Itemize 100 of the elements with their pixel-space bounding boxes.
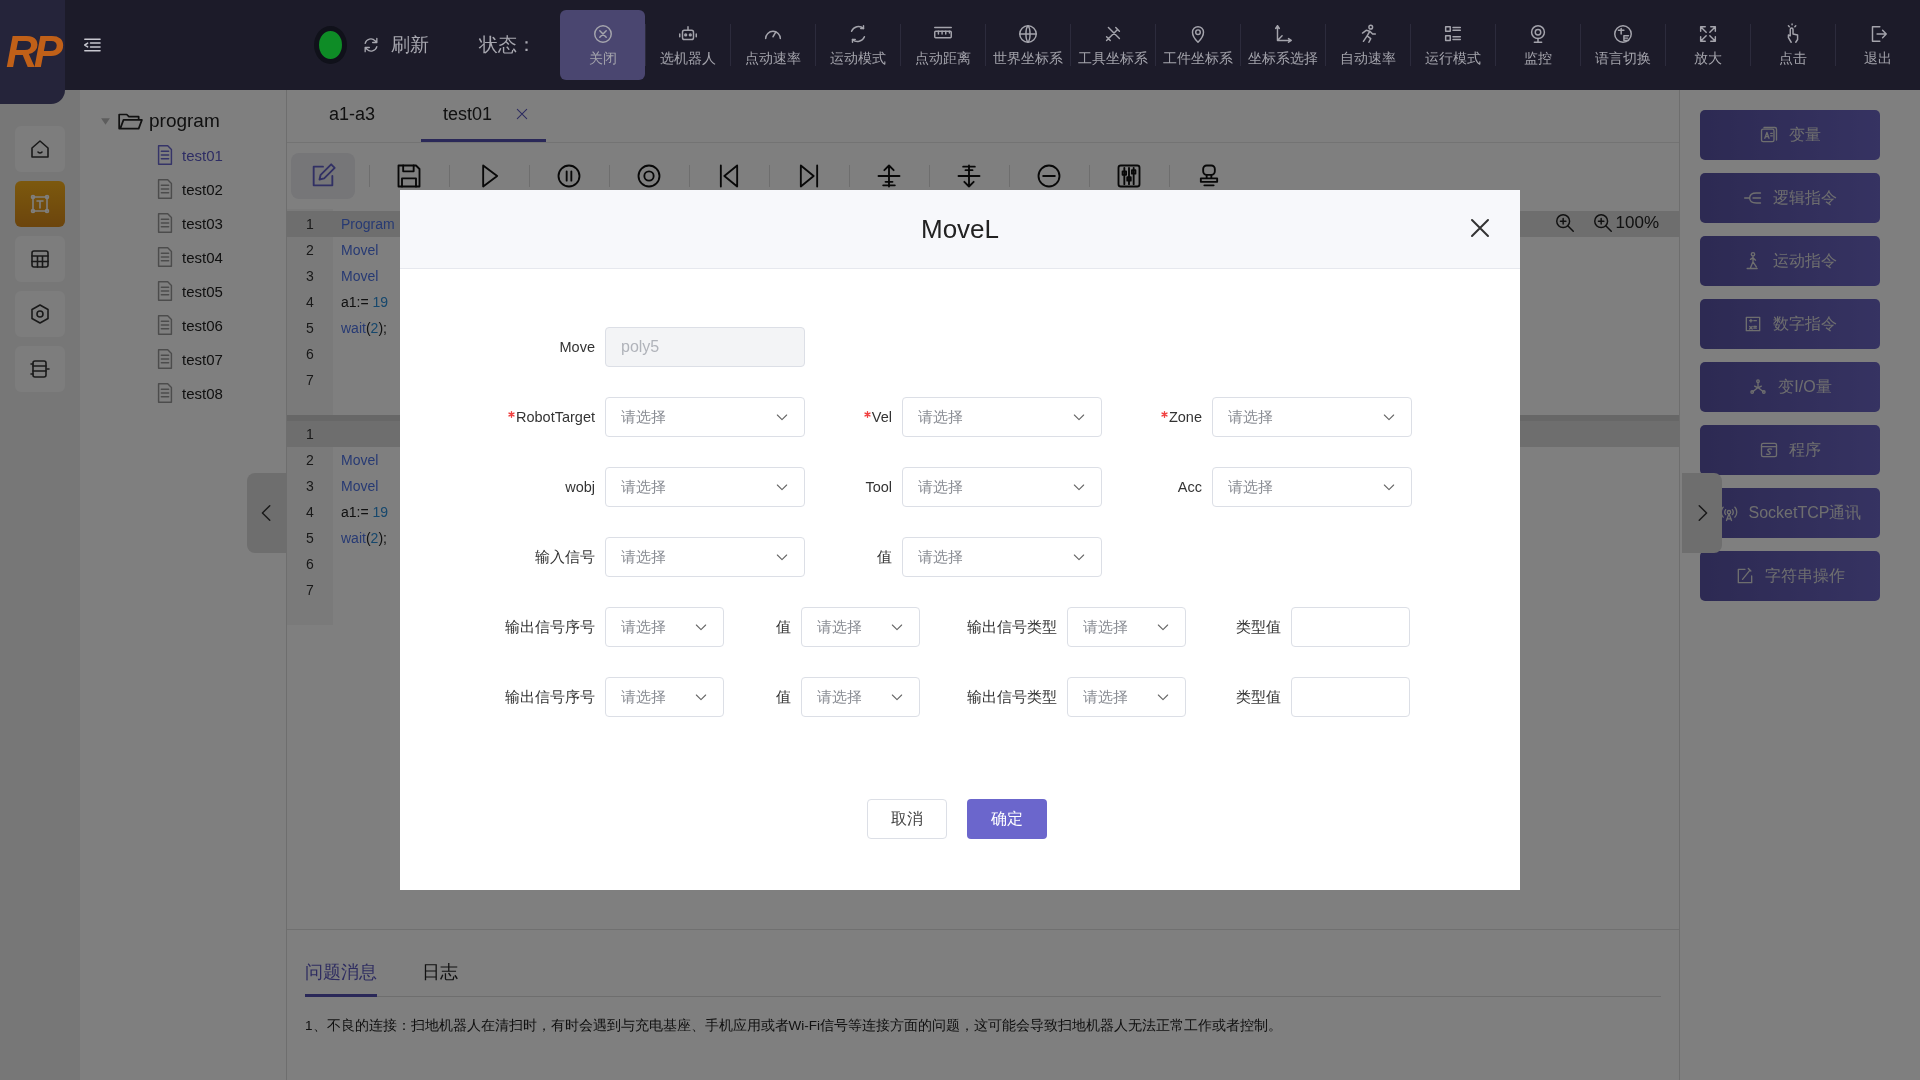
sliders-icon [1115,162,1143,190]
toolbar-button[interactable]: 运动模式 [815,10,900,80]
select-field[interactable]: 请选择 [605,677,724,717]
toolbar-button[interactable]: 退出 [1835,10,1920,80]
toolbar-button[interactable]: 自动速率 [1325,10,1410,80]
variable-card-icon [1759,125,1779,145]
nav-button[interactable] [15,126,65,172]
toolbar-button[interactable]: 放大 [1665,10,1750,80]
zoom-in-icon[interactable] [1553,212,1576,234]
command-button[interactable]: 变I/O量 [1700,362,1880,412]
server-icon [28,357,52,381]
message-text: 1、不良的连接：扫地机器人在清扫时，有时会遇到与充电基座、手机应用或者Wi-Fi信号等连接方面的问题，这可能会导致扫地机器人无法正常工作或者控制。 [305,1017,1283,1035]
select-field[interactable]: 请选择 [605,467,805,507]
nav-button[interactable] [15,236,65,282]
text-field[interactable] [1291,677,1410,717]
confirm-button[interactable]: 确定 [966,799,1047,839]
file-tab[interactable]: test01 [421,89,547,142]
field-label: RobotTarget [516,409,595,425]
field-label: 输入信号 [535,547,595,567]
toolbar-button[interactable]: 语言切换 [1580,10,1665,80]
code-line: Movel [340,478,379,494]
file-item[interactable]: test03 [80,206,286,240]
line-number: 6 [305,556,315,572]
file-item[interactable]: test07 [80,342,286,376]
command-button[interactable]: 数字指令 [1700,299,1880,349]
code-line: Movel [340,268,379,284]
file-item[interactable]: test05 [80,274,286,308]
panel-tab[interactable]: 日志 [422,960,458,997]
field-label: wobj [565,479,595,495]
select-field[interactable]: 请选择 [605,537,805,577]
code-line: Movel [340,242,379,258]
nav-button[interactable] [15,346,65,392]
select-field[interactable]: 请选择 [801,607,920,647]
hexagon-nut-icon [28,302,52,326]
refresh-button[interactable]: 刷新 [361,32,429,58]
nav-button[interactable] [15,291,65,337]
command-button[interactable]: 运动指令 [1700,236,1880,286]
select-field[interactable]: 请选择 [1212,467,1412,507]
select-field[interactable]: 请选择 [902,537,1102,577]
refresh-icon [361,35,381,55]
select-field[interactable]: 请选择 [1067,677,1186,717]
file-tab[interactable]: a1-a3 [307,89,392,142]
select-field[interactable]: 请选择 [902,397,1102,437]
toolbar-button[interactable]: 点击 [1750,10,1835,80]
field-label: Acc [1177,479,1202,495]
line-number: 6 [305,346,315,362]
line-number: 3 [305,268,315,284]
text-field[interactable] [1291,607,1410,647]
calculator-icon [1743,314,1763,334]
file-item[interactable]: test02 [80,172,286,206]
tree-folder[interactable]: program [80,104,286,138]
field-label: Move [559,339,595,355]
stop-icon [635,162,663,190]
toolbar-button[interactable]: 世界坐标系 [985,10,1070,80]
command-button[interactable]: 程序 [1700,425,1880,475]
field-label: Zone [1168,409,1202,425]
align-bottom-icon [955,162,983,190]
toolbar-button[interactable]: 关闭 [560,10,645,80]
minus-circle-icon [1035,162,1063,190]
line-number: 7 [305,372,315,388]
code-line: Program [340,216,395,232]
select-field[interactable]: 请选择 [902,467,1102,507]
select-field[interactable]: 请选择 [801,677,920,717]
code-line: a1:= 19 [340,294,389,310]
file-item[interactable]: test06 [80,308,286,342]
program-window-icon [1759,440,1779,460]
line-number: 5 [305,320,315,336]
toolbar-button[interactable]: 监控 [1495,10,1580,80]
file-item[interactable]: test08 [80,376,286,410]
select-field[interactable]: 请选择 [605,397,805,437]
toolbar-button[interactable]: 运行模式 [1410,10,1495,80]
zoom-level-button[interactable]: 100% [1591,212,1659,234]
line-number: 7 [305,582,315,598]
code-line: a1:= 19 [340,504,389,520]
select-field[interactable]: 请选择 [605,607,724,647]
zoom-in-icon [1591,212,1614,234]
command-button[interactable]: 变量 [1700,110,1880,160]
cancel-button[interactable]: 取消 [866,799,947,839]
select-field[interactable]: 请选择 [1212,397,1412,437]
command-button[interactable]: 逻辑指令 [1700,173,1880,223]
field-label: 值 [776,617,791,637]
toolbar-button[interactable]: 选机器人 [645,10,730,80]
field-label: 输出信号类型 [967,617,1057,637]
panel-tab[interactable]: 问题消息 [305,960,377,997]
line-number: 3 [305,478,315,494]
home-icon [28,137,52,161]
line-number: 4 [305,504,315,520]
globe-icon [1016,22,1039,45]
toolbar-button[interactable]: 点动距离 [900,10,985,80]
close-icon[interactable] [1468,216,1492,240]
select-field[interactable]: 请选择 [1067,607,1186,647]
field-label: 输出信号序号 [505,687,595,707]
field-label: 类型值 [1236,687,1281,707]
file-item[interactable]: test04 [80,240,286,274]
toolbar-button[interactable]: 点动速率 [730,10,815,80]
toolbar-button[interactable]: 工件坐标系 [1155,10,1240,80]
edit-button[interactable] [291,153,355,199]
toolbar-button[interactable]: 工具坐标系 [1070,10,1155,80]
toolbar-button[interactable]: 坐标系选择 [1240,10,1325,80]
file-item[interactable]: test01 [80,138,286,172]
